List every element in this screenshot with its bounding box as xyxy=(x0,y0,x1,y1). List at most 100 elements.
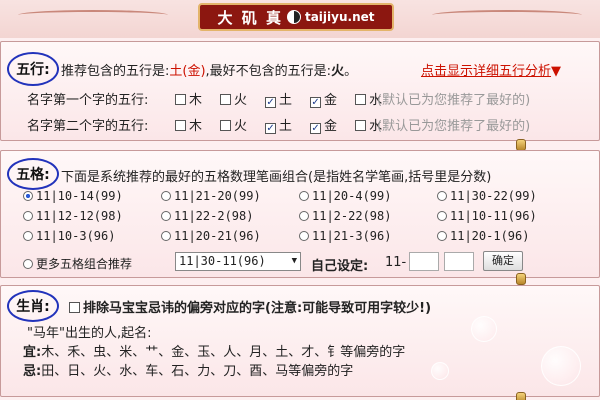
element-checkbox[interactable] xyxy=(355,120,367,131)
wuge-option-label: 11|20-21(96) xyxy=(174,229,261,243)
more-combos-select[interactable]: 11|30-11(96) ▼ xyxy=(175,252,301,271)
wuge-panel: 五格: 下面是系统推荐的最好的五格数理笔画组合(是指姓名学笔画,括号里是分数) … xyxy=(0,150,600,278)
wuge-option[interactable]: 11|21-3(96) xyxy=(299,229,391,243)
wuge-option[interactable]: 11|10-11(96) xyxy=(437,209,537,223)
wuge-option[interactable]: 11|12-12(98) xyxy=(23,209,123,223)
more-combos-option[interactable]: 更多五格组合推荐 xyxy=(23,255,132,272)
more-combos-select-value: 11|30-11(96) xyxy=(179,254,266,268)
element-checkbox-option[interactable]: 火 xyxy=(216,93,247,108)
wuge-option-label: 11|21-3(96) xyxy=(312,229,392,243)
element-checkbox[interactable] xyxy=(310,97,322,108)
wuge-option-radio[interactable] xyxy=(161,191,171,201)
wuge-option-radio[interactable] xyxy=(437,211,447,221)
wuge-option[interactable]: 11|22-2(98) xyxy=(161,209,253,223)
element-checkbox-label: 火 xyxy=(234,93,248,108)
ji-label: 忌: xyxy=(23,364,42,379)
wuge-option-radio[interactable] xyxy=(437,231,447,241)
site-banner: 大 矶 真 taijiyu.net xyxy=(0,0,600,38)
wuge-option-label: 11|20-1(96) xyxy=(450,229,530,243)
wuge-option-radio[interactable] xyxy=(23,191,33,201)
second-char-label: 名字第二个字的五行: xyxy=(27,119,149,134)
wuge-option-label: 11|20-4(99) xyxy=(312,189,392,203)
element-checkbox[interactable] xyxy=(265,123,277,134)
logo-domain-text: taijiyu.net xyxy=(304,10,375,24)
exclude-option[interactable]: 排除马宝宝忌讳的偏旁对应的字(注意:可能导致可用字较少!) xyxy=(65,297,431,316)
confirm-button[interactable]: 确定 xyxy=(483,251,523,271)
first-char-note: (默认已为您推荐了最好的) xyxy=(377,93,531,108)
wuge-option-radio[interactable] xyxy=(299,231,309,241)
wuxing-avoid-value: 火 xyxy=(331,64,345,79)
element-checkbox-option[interactable]: 火 xyxy=(216,119,247,134)
wuge-option[interactable]: 11|30-22(99) xyxy=(437,189,537,203)
wuge-option-label: 11|10-3(96) xyxy=(36,229,116,243)
wuxing-panel: 五行: 推荐包含的五行是:土(金),最好不包含的五行是:火。 点击显示详细五行分… xyxy=(0,41,600,141)
wuge-option[interactable]: 11|2-22(98) xyxy=(299,209,391,223)
expand-arrow-icon[interactable]: ▼ xyxy=(551,64,561,79)
yi-row: 宜:木、禾、虫、米、艹、金、玉、人、月、土、才、钅等偏旁的字 xyxy=(23,341,405,360)
element-checkbox-label: 土 xyxy=(279,93,293,108)
wuge-option-label: 11|30-22(99) xyxy=(450,189,537,203)
element-checkbox-label: 火 xyxy=(234,119,248,134)
born-line: "马年"出生的人,起名: xyxy=(27,326,152,341)
element-checkbox[interactable] xyxy=(220,120,232,131)
element-checkbox[interactable] xyxy=(265,97,277,108)
more-combos-label: 更多五格组合推荐 xyxy=(36,257,133,271)
element-checkbox[interactable] xyxy=(175,94,186,105)
wuge-option-radio[interactable] xyxy=(161,211,171,221)
wuge-option-label: 11|12-12(98) xyxy=(36,209,123,223)
decorative-bubble xyxy=(541,346,581,386)
exclude-label: 排除马宝宝忌讳的偏旁对应的字(注意:可能导致可用字较少!) xyxy=(83,301,432,316)
element-checkbox[interactable] xyxy=(355,94,367,105)
element-checkbox[interactable] xyxy=(220,94,232,105)
wuge-option-label: 11|21-20(99) xyxy=(174,189,261,203)
decorative-swirl-left xyxy=(18,10,168,20)
wuxing-rec-prefix: 推荐包含的五行是: xyxy=(61,64,170,79)
wuge-option-radio[interactable] xyxy=(437,191,447,201)
wuge-option[interactable]: 11|20-1(96) xyxy=(437,229,529,243)
element-checkbox[interactable] xyxy=(175,120,186,131)
logo-chinese-text: 大 矶 真 xyxy=(217,8,283,27)
second-char-row: 名字第二个字的五行: xyxy=(27,115,148,134)
wuge-option[interactable]: 11|10-3(96) xyxy=(23,229,115,243)
element-checkbox-option[interactable]: 木 xyxy=(171,93,202,108)
wuge-option-radio[interactable] xyxy=(299,211,309,221)
element-checkbox-option[interactable]: 木 xyxy=(171,119,202,134)
element-checkbox-option[interactable]: 金 xyxy=(306,93,337,108)
custom-stroke-input-2[interactable] xyxy=(444,252,474,271)
wuge-option-radio[interactable] xyxy=(23,231,33,241)
wuge-option-radio[interactable] xyxy=(299,191,309,201)
wuxing-tag: 五行: xyxy=(7,52,59,86)
second-char-note: (默认已为您推荐了最好的) xyxy=(377,119,531,134)
element-checkbox-option[interactable]: 金 xyxy=(306,119,337,134)
wuge-option[interactable]: 11|21-20(99) xyxy=(161,189,261,203)
custom-prefix: 11- xyxy=(385,255,407,270)
element-checkbox-option[interactable]: 土 xyxy=(261,93,292,108)
wuge-option[interactable]: 11|20-4(99) xyxy=(299,189,391,203)
wuge-option[interactable]: 11|20-21(96) xyxy=(161,229,261,243)
panel-hinge xyxy=(516,273,526,285)
ji-row: 忌:田、日、火、水、车、石、力、刀、酉、马等偏旁的字 xyxy=(23,360,353,379)
custom-label: 自己设定: xyxy=(311,259,369,274)
second-char-checkboxes: 木火土金水 xyxy=(171,115,396,134)
detail-link-text[interactable]: 点击显示详细五行分析 xyxy=(421,64,551,79)
element-checkbox[interactable] xyxy=(310,123,322,134)
wuge-option-label: 11|22-2(98) xyxy=(174,209,254,223)
yi-label: 宜: xyxy=(23,345,42,360)
wuxing-detail-link[interactable]: 点击显示详细五行分析▼ xyxy=(421,60,561,79)
first-char-checkboxes: 木火土金水 xyxy=(171,89,396,108)
wuxing-rec-value: 土(金) xyxy=(169,64,206,79)
wuge-option-radio[interactable] xyxy=(161,231,171,241)
first-char-row: 名字第一个字的五行: xyxy=(27,89,148,108)
wuge-intro: 下面是系统推荐的最好的五格数理笔画组合(是指姓名学笔画,括号里是分数) xyxy=(61,170,492,185)
exclude-checkbox[interactable] xyxy=(69,302,80,313)
wuge-option[interactable]: 11|10-14(99) xyxy=(23,189,123,203)
first-char-label: 名字第一个字的五行: xyxy=(27,93,149,108)
more-combos-radio[interactable] xyxy=(23,259,33,269)
wuge-option-radio[interactable] xyxy=(23,211,33,221)
dropdown-arrow-icon: ▼ xyxy=(291,256,297,266)
element-checkbox-label: 木 xyxy=(189,119,203,134)
element-checkbox-label: 木 xyxy=(189,93,203,108)
site-logo[interactable]: 大 矶 真 taijiyu.net xyxy=(198,3,394,31)
custom-stroke-input-1[interactable] xyxy=(409,252,439,271)
element-checkbox-option[interactable]: 土 xyxy=(261,119,292,134)
